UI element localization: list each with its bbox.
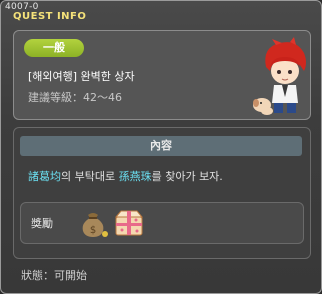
quest-name: [해외여행] 완벽한 상자	[28, 70, 135, 83]
recommended-level: 建議等級：42～46	[28, 91, 122, 104]
reward-label: 獎勵	[31, 217, 53, 230]
npc-name-from: 諸葛均	[28, 170, 61, 183]
quest-info-window: 4007-0 QUEST INFO 一般 [해외여행] 완벽한 상자 建議等級：…	[0, 0, 322, 294]
description-text-end: 를 찾아가 보자.	[151, 170, 223, 183]
quest-category-badge: 一般	[24, 39, 84, 57]
status-value: 可開始	[54, 269, 87, 282]
money-bag-icon[interactable]: $	[77, 207, 109, 239]
npc-portrait-icon	[253, 37, 306, 115]
npc-name-to: 孫燕珠	[118, 170, 152, 183]
content-header: 內容	[20, 136, 302, 156]
gift-box-icon[interactable]	[113, 207, 145, 239]
status-label: 狀態	[21, 269, 43, 282]
window-title: QUEST INFO	[13, 11, 87, 22]
level-label: 建議等級	[28, 91, 72, 104]
level-range: 42～46	[83, 91, 122, 104]
quest-description: 諸葛均의 부탁대로 孫燕珠를 찾아가 보자.	[28, 168, 223, 184]
quest-content-panel: 內容 諸葛均의 부탁대로 孫燕珠를 찾아가 보자. 獎勵 $	[13, 127, 311, 259]
quest-summary-panel: 一般 [해외여행] 완벽한 상자 建議等級：42～46	[13, 30, 311, 120]
svg-text:$: $	[90, 225, 96, 236]
description-text-mid: 의 부탁대로	[61, 170, 119, 183]
quest-status: 狀態：可開始	[21, 269, 87, 282]
reward-box: 獎勵 $	[20, 202, 304, 244]
